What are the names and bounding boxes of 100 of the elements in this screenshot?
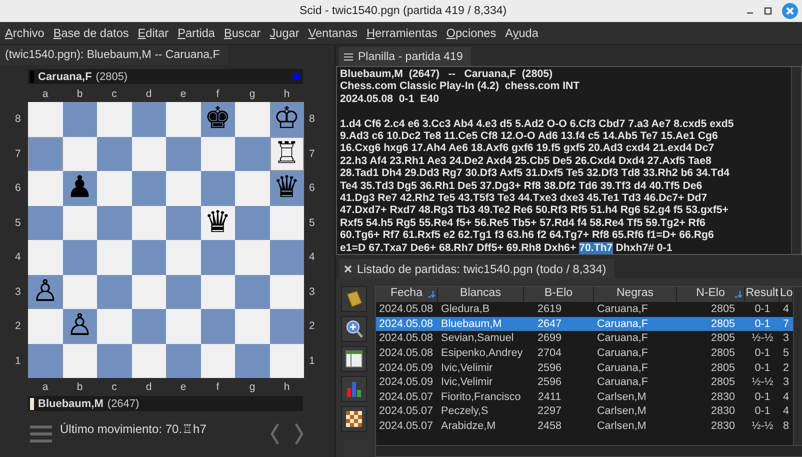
file-label: d <box>144 88 153 100</box>
table-cell-text: 2619 <box>536 303 563 316</box>
close-icon[interactable] <box>344 264 352 272</box>
move-text[interactable]: 47.Dxd7+ Rxd7 48.Rg3 Tb3 49.Te2 Re6 50.Rf3 Rf5 51.h4 Rg6 52.g4 f5 53.gxf5+ <box>340 204 728 217</box>
board-square[interactable] <box>200 136 235 171</box>
board-square[interactable] <box>132 206 166 240</box>
board-square[interactable] <box>132 344 166 378</box>
table-cell-text: Caruana,F <box>596 332 650 344</box>
move-text[interactable]: 1.d4 Cf6 2.c4 e6 3.Cc3 Ab4 4.e3 d5 5.Ad2 O-O 6.Cf3 Cbd7 7.a3 Ae7 8.cxd5 exd5 <box>340 118 734 130</box>
menu-icon <box>344 52 353 60</box>
vertical-scrollbar[interactable] <box>793 287 802 445</box>
board-square[interactable] <box>200 344 235 378</box>
table-cell-text: 2596 <box>536 376 563 388</box>
board-square[interactable] <box>62 206 97 240</box>
board-square[interactable] <box>200 274 235 309</box>
move-text[interactable]: 41.Dg3 Re7 42.Rh2 Te5 43.T5f3 Te3 44.Txe3 dxe3 45.Te1 Td3 46.Dc7+ Dd7 <box>340 192 708 204</box>
table-cell-text: 4 <box>782 303 790 316</box>
column-header[interactable]: Fecha <box>376 287 438 302</box>
table-cell-text: 2805 <box>710 347 736 360</box>
table-row[interactable]: 2024.05.08 Sevian,Samuel 2699 Caruana,F 2805 ½-½ 3 <box>376 331 793 346</box>
move-text[interactable]: 16.Cxg6 hxg6 17.Ah4 Ae6 18.Axf6 gxf6 19.f5 gxf5 20.Ad3 cxd4 21.exd4 Dc7 <box>340 142 714 155</box>
table-cell-text: 2596 <box>536 362 563 374</box>
column-header[interactable]: B-Elo <box>524 287 594 302</box>
menu-item[interactable]: Ayuda <box>505 26 538 40</box>
table-cell-text: Carlsen,M <box>596 405 648 418</box>
table-cell-text: 0-1 <box>754 362 772 374</box>
table-cell-text: 2297 <box>536 405 563 418</box>
table-row[interactable]: 2024.05.08 Gledura,B 2619 Caruana,F 2805 0-1 4 <box>376 302 793 317</box>
board-square[interactable] <box>270 344 304 378</box>
board-square[interactable] <box>132 136 166 171</box>
move-text[interactable]: Dhxh7# 0-1 <box>616 242 672 254</box>
table-row[interactable]: 2024.05.09 Ivic,Velimir 2596 Caruana,F 2805 ½-½ 3 <box>376 374 793 390</box>
table-row[interactable]: 2024.05.08 Esipenko,Andrey 2704 Caruana,F 2805 0-1 5 <box>376 346 793 360</box>
menu-item[interactable]: Herramientas <box>366 26 438 40</box>
window-layout-icon[interactable] <box>341 346 367 372</box>
menu-item[interactable]: Base de datos <box>53 26 129 40</box>
rank-label: 8 <box>14 113 22 126</box>
table-row[interactable]: 2024.05.08 Bluebaum,M 2647 Caruana,F 2805 0-1 7 <box>376 316 793 332</box>
table-cell-text: 4 <box>782 405 790 418</box>
table-row[interactable]: 2024.05.07 Fiorito,Francisco 2411 Carlsen,M 2830 0-1 4 <box>376 390 793 404</box>
column-header[interactable]: Blancas <box>438 287 524 302</box>
menu-item[interactable]: Editar <box>138 26 169 40</box>
bar-chart-icon[interactable] <box>341 376 367 402</box>
move-text[interactable]: Te4 35.Td3 Dg5 36.Rh1 De5 37.Dg3+ Rf8 38.Df2 Td6 39.Tf3 d4 40.Tf5 De6 <box>340 180 702 192</box>
table-row[interactable]: 2024.05.07 Arabidze,M 2458 Carlsen,M 2830 ½-½ 8 <box>376 418 793 434</box>
menu-item[interactable]: Ventanas <box>308 26 358 40</box>
table-cell-text: 2805 <box>710 318 736 330</box>
table-cell-text: 2024.05.08 <box>378 332 434 344</box>
maximize-icon[interactable] <box>764 7 772 15</box>
menu-icon[interactable] <box>30 425 52 443</box>
file-label: a <box>41 88 50 100</box>
current-move[interactable]: 70.Th7 <box>579 242 613 254</box>
horizontal-scrollbar[interactable] <box>376 445 802 456</box>
column-header[interactable]: Negras <box>594 287 677 302</box>
chevron-right-icon[interactable] <box>294 423 304 445</box>
move-text[interactable]: 28.Tad1 Dh4 29.Dd3 Rg7 30.Df3 Axf5 31.Dxf5 Te5 32.Df3 Td8 33.Rh2 b6 34.Td4 <box>340 167 730 180</box>
column-header[interactable]: Result <box>745 287 780 302</box>
file-label: f <box>215 88 220 100</box>
file-label: g <box>248 88 256 100</box>
move-text[interactable]: 22.h3 Af4 23.Rh1 Ae3 24.De2 Axd4 25.Cb5 De5 26.Cxd4 Dxd4 27.Axf5 Tae8 <box>340 154 712 168</box>
board-square[interactable] <box>62 136 97 171</box>
table-cell-text: 2704 <box>536 347 563 360</box>
menu-item[interactable]: Partida <box>178 26 215 40</box>
table-row[interactable]: 2024.05.09 Ivic,Velimir 2596 Caruana,F 2805 0-1 2 <box>376 360 793 375</box>
close-icon[interactable] <box>782 3 798 19</box>
menu-item[interactable]: Archivo <box>5 26 44 40</box>
file-label: h <box>282 380 291 392</box>
panel-tab[interactable]: Listado de partidas: twic1540.pgn (todo / 8,334) <box>339 259 614 278</box>
board-square[interactable] <box>28 136 62 171</box>
move-text[interactable]: 9.Ad3 c6 10.Dc2 Te8 11.Ce5 Cf8 12.O-O Ad6 13.f4 c5 14.Ab5 Te7 15.Ae1 Cg6 <box>340 130 718 142</box>
table-cell-text: 3 <box>782 376 790 388</box>
column-header[interactable]: N-Elo <box>677 287 745 302</box>
menu-item[interactable]: Jugar <box>270 26 300 40</box>
game-header-line: 2024.05.08 0-1 E40 <box>340 92 440 106</box>
table-cell-text: 2024.05.07 <box>378 405 434 418</box>
move-text[interactable]: e1=D 67.Txa7 De6+ 68.Rh7 Dff5+ 69.Rh8 Dxh6+ <box>340 242 576 254</box>
panel-tab[interactable]: Planilla - partida 419 <box>339 47 471 66</box>
board-square[interactable] <box>62 274 97 309</box>
board-square[interactable] <box>132 274 166 309</box>
book-icon[interactable] <box>341 286 367 312</box>
table-cell-text: 3 <box>782 332 790 344</box>
sort-icon <box>734 290 742 298</box>
rank-label: 4 <box>308 251 316 264</box>
column-header[interactable]: Lo <box>780 287 793 302</box>
board-square[interactable] <box>270 206 304 240</box>
board-square[interactable] <box>62 344 97 378</box>
chevron-left-icon[interactable] <box>270 423 280 445</box>
table-cell-text: 2024.05.08 <box>378 347 434 360</box>
move-text[interactable]: 60.Tg6+ Rf7 61.Rxf5 e2 62.Tg1 f3 63.h6 f2 64.Tg7+ Rf8 65.Rf6 f1=D+ 66.Rg6 <box>340 229 714 242</box>
file-label: b <box>76 88 84 100</box>
table-row[interactable]: 2024.05.07 Peczely,S 2297 Carlsen,M 2830 0-1 4 <box>376 404 793 419</box>
panel-tab[interactable]: (twic1540.pgn): Bluebaum,M -- Caruana,F <box>0 45 228 65</box>
board-square[interactable] <box>270 274 304 309</box>
move-text[interactable]: Rxf5 54.h5 Rg5 55.Re4 f5+ 56.Re5 Tb5+ 57.Rd4 f4 58.Re4 Tf5 59.Tg2+ Rf6 <box>340 216 706 230</box>
menu-item[interactable]: Opciones <box>446 26 496 40</box>
table-cell-text: 0-1 <box>754 318 772 330</box>
menu-item[interactable]: Buscar <box>224 26 261 40</box>
chessboard-icon[interactable] <box>341 406 367 432</box>
zoom-in-icon[interactable] <box>341 316 367 342</box>
player-name: Caruana,F <box>38 70 92 82</box>
